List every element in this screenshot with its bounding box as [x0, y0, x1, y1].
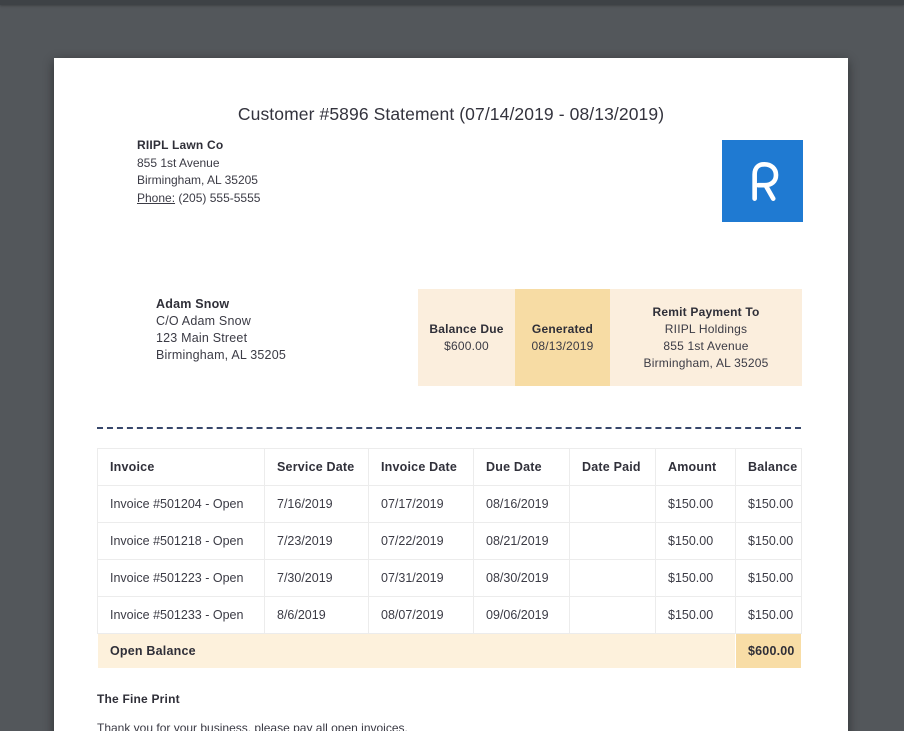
column-header: Balance: [735, 448, 802, 486]
statement-page: Customer #5896 Statement (07/14/2019 - 0…: [54, 58, 848, 731]
open-balance-label: Open Balance: [97, 633, 736, 669]
company-name: RIIPL Lawn Co: [137, 138, 224, 152]
table-cell: 07/17/2019: [368, 485, 474, 523]
fine-print-message: Thank you for your business, please pay …: [97, 721, 408, 731]
table-cell: Invoice #501223 - Open: [97, 559, 265, 597]
open-balance-row: Open Balance $600.00: [97, 633, 802, 669]
table-cell: Invoice #501218 - Open: [97, 522, 265, 560]
table-cell: $150.00: [735, 522, 802, 560]
table-cell: $150.00: [735, 485, 802, 523]
table-cell: 7/16/2019: [264, 485, 369, 523]
table-cell: 09/06/2019: [473, 596, 570, 634]
table-cell: $150.00: [735, 559, 802, 597]
table-cell: [569, 559, 656, 597]
company-city: Birmingham, AL 35205: [137, 173, 258, 187]
table-cell: 08/07/2019: [368, 596, 474, 634]
company-street: 855 1st Avenue: [137, 155, 220, 170]
table-cell: 7/30/2019: [264, 559, 369, 597]
customer-street: 123 Main Street: [156, 331, 248, 345]
balance-due-value: $600.00: [444, 338, 489, 353]
table-cell: 08/21/2019: [473, 522, 570, 560]
table-row: Invoice #501204 - Open 7/16/2019 07/17/201…: [97, 485, 802, 523]
remit-city: Birmingham, AL 35205: [643, 355, 769, 370]
table-cell: $150.00: [735, 596, 802, 634]
table-cell: Invoice #501233 - Open: [97, 596, 265, 634]
column-header: Due Date: [473, 448, 570, 486]
company-logo: [722, 140, 803, 222]
balance-due-box: Balance Due $600.00: [418, 289, 515, 386]
table-cell: $150.00: [655, 596, 736, 634]
table-cell: $150.00: [655, 522, 736, 560]
page-title: Customer #5896 Statement (07/14/2019 - 0…: [237, 104, 665, 124]
table-cell: 08/16/2019: [473, 485, 570, 523]
table-cell: [569, 485, 656, 523]
customer-address-block: Adam Snow C/O Adam Snow 123 Main Street …: [156, 296, 286, 364]
column-header: Invoice Date: [368, 448, 474, 486]
table-cell: 07/31/2019: [368, 559, 474, 597]
remit-payment-box: Remit Payment To RIIPL Holdings 855 1st …: [610, 289, 802, 386]
balance-due-label: Balance Due: [429, 321, 504, 336]
table-cell: $150.00: [655, 559, 736, 597]
customer-care-of: C/O Adam Snow: [156, 314, 252, 328]
column-header: Date Paid: [569, 448, 656, 486]
viewer-top-strip: [0, 0, 904, 5]
table-header-row: Invoice Service Date Invoice Date Due Date D…: [97, 448, 802, 486]
generated-value: 08/13/2019: [531, 338, 594, 353]
generated-label: Generated: [531, 321, 594, 336]
table-cell: $150.00: [655, 485, 736, 523]
invoice-table: Invoice Service Date Invoice Date Due Date D…: [97, 448, 802, 669]
table-cell: 8/6/2019: [264, 596, 369, 634]
table-cell: [569, 522, 656, 560]
table-row: Invoice #501218 - Open 7/23/2019 07/22/201…: [97, 522, 802, 560]
column-header: Service Date: [264, 448, 369, 486]
remit-name: RIIPL Holdings: [664, 321, 748, 336]
table-row: Invoice #501233 - Open 8/6/2019 08/07/2019…: [97, 596, 802, 634]
remit-label: Remit Payment To: [652, 304, 760, 319]
column-header: Amount: [655, 448, 736, 486]
generated-box: Generated 08/13/2019: [515, 289, 610, 386]
fine-print-heading: The Fine Print: [97, 692, 180, 706]
table-cell: Invoice #501204 - Open: [97, 485, 265, 523]
table-cell: 7/23/2019: [264, 522, 369, 560]
customer-city: Birmingham, AL 35205: [156, 348, 287, 362]
customer-name: Adam Snow: [156, 297, 230, 311]
open-balance-value: $600.00: [735, 633, 802, 669]
table-body: Invoice #501204 - Open 7/16/2019 07/17/201…: [97, 485, 802, 634]
logo-r-icon: [751, 161, 778, 201]
dashed-separator: [97, 427, 801, 429]
table-cell: 08/30/2019: [473, 559, 570, 597]
column-header: Invoice: [97, 448, 265, 486]
remit-street: 855 1st Avenue: [663, 338, 749, 353]
summary-boxes: Balance Due $600.00 Generated 08/13/2019…: [418, 289, 802, 386]
table-row: Invoice #501223 - Open 7/30/2019 07/31/201…: [97, 559, 802, 597]
table-cell: 07/22/2019: [368, 522, 474, 560]
table-cell: [569, 596, 656, 634]
company-address-block: RIIPL Lawn Co 855 1st Avenue Birmingham,…: [137, 137, 260, 207]
phone-value: (205) 555-5555: [175, 190, 261, 205]
company-phone: Phone: (205) 555-5555: [137, 190, 260, 208]
phone-label: Phone:: [137, 190, 176, 205]
